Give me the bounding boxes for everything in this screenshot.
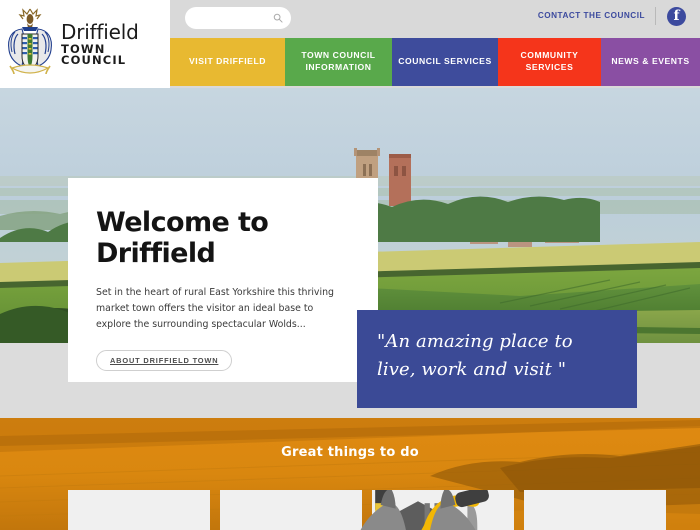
search-box[interactable] [185, 7, 291, 29]
search-icon[interactable] [273, 13, 283, 23]
logo-subtitle: TOWN COUNCIL [61, 41, 127, 67]
site-logo[interactable]: Driffield TOWN COUNCIL [0, 0, 170, 88]
welcome-title-line2: Driffield [96, 237, 216, 269]
things-to-do-card-row [68, 490, 666, 530]
welcome-body-text: Set in the heart of rural East Yorkshire… [96, 286, 334, 331]
page-title: Welcome to Driffield [96, 207, 350, 270]
contact-the-council-link[interactable]: CONTACT THE COUNCIL [538, 11, 645, 20]
welcome-card: Welcome to Driffield Set in the heart of… [68, 178, 378, 382]
nav-item-news-and-events[interactable]: NEWS & EVENTS [601, 38, 700, 86]
nav-item-visit-driffield[interactable]: VISIT DRIFFIELD [170, 38, 285, 86]
quote-text: "An amazing place to live, work and visi… [377, 331, 573, 380]
logo-title: Driffield [61, 19, 139, 44]
welcome-title-line1: Welcome to [96, 207, 269, 238]
page-root: Driffield TOWN COUNCIL CONTACT THE COUNC… [0, 0, 700, 530]
great-things-to-do-section: Great things to do [0, 418, 700, 530]
nav-item-town-council-information[interactable]: TOWN COUNCIL INFORMATION [285, 38, 392, 86]
quote-box: "An amazing place to live, work and visi… [357, 310, 637, 408]
logo-wordmark: Driffield TOWN COUNCIL [61, 22, 170, 67]
main-navigation: VISIT DRIFFIELD TOWN COUNCIL INFORMATION… [170, 38, 700, 86]
thing-card-countryside[interactable] [360, 490, 666, 530]
nav-item-community-services[interactable]: COMMUNITY SERVICES [498, 38, 601, 86]
nav-item-council-services[interactable]: COUNCIL SERVICES [392, 38, 498, 86]
about-driffield-town-button[interactable]: ABOUT DRIFFIELD TOWN [96, 349, 233, 371]
horse-icon [360, 490, 476, 530]
section-heading: Great things to do [281, 445, 419, 460]
header-divider [655, 7, 656, 25]
facebook-icon[interactable]: f [667, 7, 686, 26]
coat-of-arms-icon [8, 8, 52, 75]
